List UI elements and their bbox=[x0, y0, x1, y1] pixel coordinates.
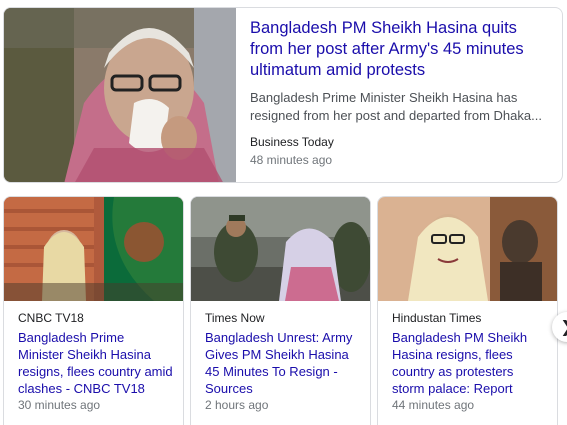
story-image-1[interactable] bbox=[4, 197, 183, 301]
story-card-1[interactable]: CNBC TV18 Bangladesh Prime Minister Shei… bbox=[3, 196, 184, 425]
top-story-image[interactable] bbox=[4, 8, 236, 182]
story-image-2[interactable] bbox=[191, 197, 370, 301]
story-headline-1[interactable]: Bangladesh Prime Minister Sheikh Hasina … bbox=[18, 329, 173, 397]
story-card-2[interactable]: Times Now Bangladesh Unrest: Army Gives … bbox=[190, 196, 371, 425]
story-headline-3[interactable]: Bangladesh PM Sheikh Hasina resigns, fle… bbox=[392, 329, 547, 397]
top-story-headline[interactable]: Bangladesh PM Sheikh Hasina quits from h… bbox=[250, 18, 550, 81]
story-card-3[interactable]: Hindustan Times Bangladesh PM Sheikh Has… bbox=[377, 196, 558, 425]
story-image-3[interactable] bbox=[378, 197, 557, 301]
story-source-2: Times Now bbox=[205, 311, 265, 325]
story-time-3: 44 minutes ago bbox=[392, 398, 475, 412]
story-source-1: CNBC TV18 bbox=[18, 311, 84, 325]
top-story-card[interactable]: Bangladesh PM Sheikh Hasina quits from h… bbox=[3, 7, 563, 183]
story-source-3: Hindustan Times bbox=[392, 311, 482, 325]
top-story-source: Business Today bbox=[250, 135, 334, 149]
story-time-1: 30 minutes ago bbox=[18, 398, 101, 412]
story-headline-2[interactable]: Bangladesh Unrest: Army Gives PM Sheikh … bbox=[205, 329, 360, 397]
top-story-snippet: Bangladesh Prime Minister Sheikh Hasina … bbox=[250, 90, 542, 123]
story-time-2: 2 hours ago bbox=[205, 398, 269, 412]
chevron-right-icon: ❯ bbox=[560, 317, 567, 337]
top-story-time: 48 minutes ago bbox=[250, 153, 333, 167]
